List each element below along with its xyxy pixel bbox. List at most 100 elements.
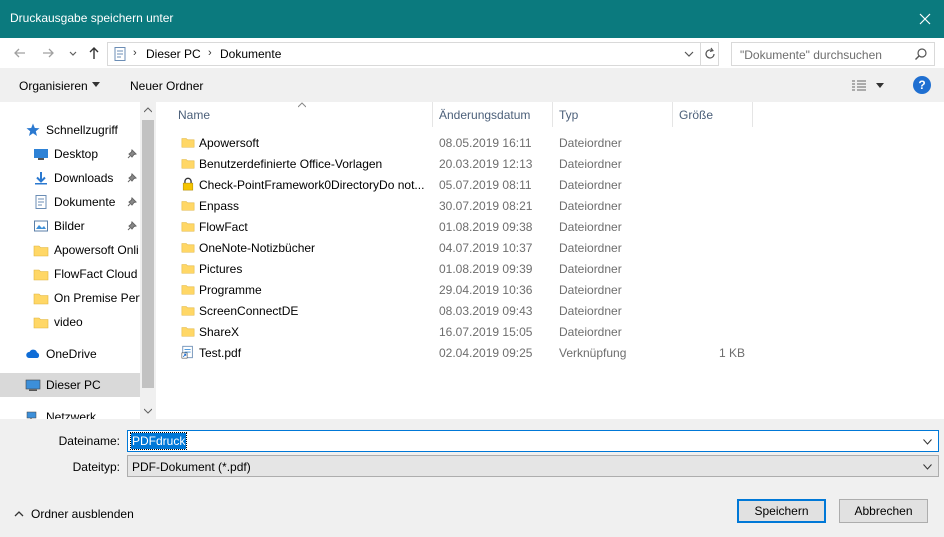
file-name: Apowersoft <box>199 136 260 150</box>
scrollbar-thumb[interactable] <box>142 120 154 388</box>
new-folder-button[interactable]: Neuer Ordner <box>130 79 203 93</box>
column-header-size[interactable]: Größe <box>673 102 753 127</box>
navigation-pane: Schnellzugriff Desktop Downloads Dokumente B… <box>0 102 156 419</box>
file-row[interactable]: Test.pdf 02.04.2019 09:25 Verknüpfung 1 KB <box>156 342 944 363</box>
sidebar-item[interactable]: Dieser PC <box>0 373 140 397</box>
file-name: Benutzerdefinierte Office-Vorlagen <box>199 157 383 171</box>
file-row[interactable]: Apowersoft 08.05.2019 16:11 Dateiordner <box>156 132 944 153</box>
pin-icon <box>127 149 137 159</box>
pin-icon <box>127 173 137 183</box>
back-arrow-icon[interactable] <box>10 43 30 63</box>
documents-location-icon <box>114 47 126 61</box>
organize-button[interactable]: Organisieren <box>19 79 100 93</box>
filename-value[interactable]: PDFdruck <box>129 432 188 450</box>
file-date: 01.08.2019 09:39 <box>439 262 533 276</box>
filetype-value: PDF-Dokument (*.pdf) <box>132 460 251 474</box>
cancel-button[interactable]: Abbrechen <box>839 499 928 523</box>
view-options-icon[interactable] <box>851 79 867 93</box>
file-row[interactable]: Enpass 30.07.2019 08:21 Dateiordner <box>156 195 944 216</box>
file-row[interactable]: Pictures 01.08.2019 09:39 Dateiordner <box>156 258 944 279</box>
forward-arrow-icon[interactable] <box>38 43 58 63</box>
file-row[interactable]: ShareX 16.07.2019 15:05 Dateiordner <box>156 321 944 342</box>
sidebar-item-label: Schnellzugriff <box>46 123 118 137</box>
save-form: Dateiname: PDFdruck Dateityp: PDF-Dokume… <box>0 419 944 537</box>
folder-icon <box>181 306 195 316</box>
sidebar-item[interactable]: FlowFact Cloud <box>0 262 140 286</box>
column-header-date[interactable]: Änderungsdatum <box>433 102 553 127</box>
chevron-down-icon[interactable] <box>923 439 932 445</box>
scroll-up-icon[interactable] <box>144 107 152 113</box>
help-button[interactable]: ? <box>913 76 931 94</box>
sidebar-item-label: Apowersoft Onli <box>54 243 139 257</box>
breadcrumb-separator: › <box>208 47 212 59</box>
file-date: 30.07.2019 08:21 <box>439 199 533 213</box>
column-date-label: Änderungsdatum <box>439 108 531 122</box>
recent-dropdown-icon[interactable] <box>63 43 83 63</box>
sidebar-item[interactable]: Bilder <box>0 214 140 238</box>
file-name: OneNote-Notizbücher <box>199 241 316 255</box>
file-type: Dateiordner <box>559 283 622 297</box>
file-name: ShareX <box>199 325 240 339</box>
file-row[interactable]: FlowFact 01.08.2019 09:38 Dateiordner <box>156 216 944 237</box>
file-date: 05.07.2019 08:11 <box>439 178 532 192</box>
breadcrumb-documents[interactable]: Dokumente <box>220 47 281 61</box>
up-arrow-icon[interactable] <box>84 43 104 63</box>
column-header-type[interactable]: Typ <box>553 102 673 127</box>
chevron-down-icon[interactable] <box>923 464 932 470</box>
file-name: Programme <box>199 283 262 297</box>
search-icon[interactable] <box>914 47 928 61</box>
sidebar-item[interactable]: Schnellzugriff <box>0 118 140 142</box>
file-row[interactable]: Benutzerdefinierte Office-Vorlagen 20.03.… <box>156 153 944 174</box>
save-button[interactable]: Speichern <box>737 499 826 523</box>
filename-input[interactable]: PDFdruck <box>127 430 939 452</box>
address-bar[interactable]: › Dieser PC › Dokumente <box>107 42 719 66</box>
file-row[interactable]: OneNote-Notizbücher 04.07.2019 10:37 Datei… <box>156 237 944 258</box>
folder-icon <box>181 327 195 337</box>
folder-icon <box>181 285 195 295</box>
folder-icon <box>33 245 49 257</box>
file-size: 1 KB <box>718 346 745 360</box>
scroll-down-icon[interactable] <box>144 408 152 414</box>
chevron-down-icon[interactable] <box>876 83 884 89</box>
filename-label: Dateiname: <box>58 434 120 448</box>
file-type: Dateiordner <box>559 220 622 234</box>
sidebar-item[interactable]: video <box>0 310 140 334</box>
navigation-bar: › Dieser PC › Dokumente "Dokumente" durc… <box>0 38 944 68</box>
folder-icon <box>33 269 49 281</box>
refresh-icon[interactable] <box>703 46 717 62</box>
file-type: Dateiordner <box>559 178 622 192</box>
filetype-select[interactable]: PDF-Dokument (*.pdf) <box>127 455 939 477</box>
file-type: Dateiordner <box>559 325 622 339</box>
cloud-icon <box>26 349 40 358</box>
column-header-name[interactable]: Name <box>172 102 433 127</box>
file-date: 08.05.2019 16:11 <box>439 136 532 150</box>
sidebar-item[interactable]: Downloads <box>0 166 140 190</box>
folder-icon <box>33 293 49 305</box>
close-icon[interactable] <box>914 8 936 30</box>
folder-icon <box>33 317 49 329</box>
command-toolbar: Organisieren Neuer Ordner ? <box>0 68 944 102</box>
sidebar-item-label: Netzwerk <box>46 410 97 419</box>
breadcrumb-this-pc[interactable]: Dieser PC <box>146 47 201 61</box>
search-placeholder: "Dokumente" durchsuchen <box>740 48 882 62</box>
file-row[interactable]: Check-PointFramework0DirectoryDo not... 0… <box>156 174 944 195</box>
sidebar-item[interactable]: Apowersoft Onli <box>0 238 140 262</box>
column-size-label: Größe <box>679 108 714 122</box>
sidebar-item[interactable]: On Premise Perf <box>0 286 140 310</box>
address-dropdown-icon[interactable] <box>682 46 696 62</box>
sidebar-item[interactable]: Desktop <box>0 142 140 166</box>
file-row[interactable]: Programme 29.04.2019 10:36 Dateiordner <box>156 279 944 300</box>
file-row[interactable]: ScreenConnectDE 08.03.2019 09:43 Dateiordn… <box>156 300 944 321</box>
file-type: Dateiordner <box>559 241 622 255</box>
file-type: Dateiordner <box>559 262 622 276</box>
folder-icon <box>181 201 195 211</box>
file-date: 01.08.2019 09:38 <box>439 220 533 234</box>
sidebar-item[interactable]: Netzwerk <box>0 405 140 419</box>
hide-folders-label: Ordner ausblenden <box>31 507 134 521</box>
file-date: 04.07.2019 10:37 <box>439 241 533 255</box>
file-date: 02.04.2019 09:25 <box>439 346 533 360</box>
search-box[interactable]: "Dokumente" durchsuchen <box>731 42 935 66</box>
sidebar-item[interactable]: OneDrive <box>0 342 140 366</box>
sidebar-item[interactable]: Dokumente <box>0 190 140 214</box>
navigation-scrollbar[interactable] <box>140 102 156 419</box>
